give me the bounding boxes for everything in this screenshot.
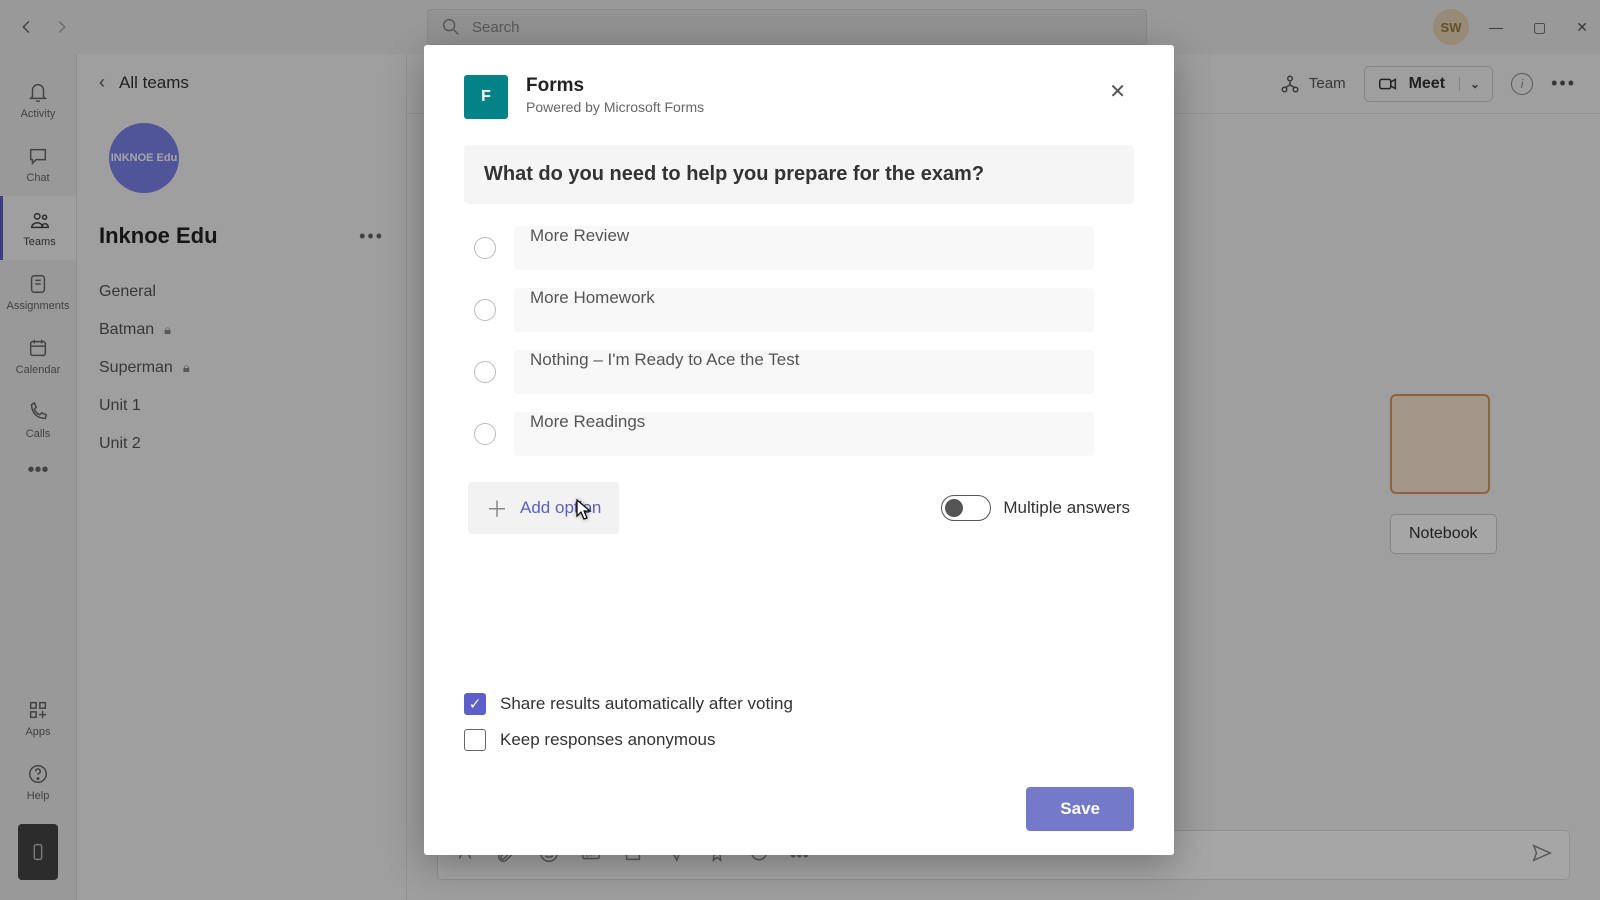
radio-icon [474, 361, 496, 383]
plus-icon: ＋ [486, 492, 508, 524]
radio-icon [474, 237, 496, 259]
option-input-2[interactable]: More Homework [514, 288, 1094, 332]
modal-close-button[interactable]: ✕ [1101, 75, 1134, 108]
question-input[interactable]: What do you need to help you prepare for… [464, 145, 1134, 204]
modal-subtitle: Powered by Microsoft Forms [526, 99, 1101, 115]
share-results-checkbox[interactable]: ✓ [464, 693, 486, 715]
multiple-answers-label: Multiple answers [1003, 498, 1130, 518]
radio-icon [474, 423, 496, 445]
option-row: Nothing – I'm Ready to Ace the Test [464, 350, 1134, 394]
option-row: More Homework [464, 288, 1134, 332]
option-input-3[interactable]: Nothing – I'm Ready to Ace the Test [514, 350, 1094, 394]
anonymous-label: Keep responses anonymous [500, 730, 715, 750]
multiple-answers-toggle[interactable] [941, 495, 991, 521]
anonymous-checkbox[interactable] [464, 729, 486, 751]
forms-modal: F Forms Powered by Microsoft Forms ✕ Wha… [424, 45, 1174, 855]
option-row: More Readings [464, 412, 1134, 456]
forms-logo-icon: F [464, 75, 508, 119]
option-input-1[interactable]: More Review [514, 226, 1094, 270]
option-input-4[interactable]: More Readings [514, 412, 1094, 456]
app-shell: Search SW — ▢ ✕ Activity Chat T [0, 0, 1600, 900]
toggle-knob [945, 499, 963, 517]
modal-title: Forms [526, 75, 1101, 97]
share-results-label: Share results automatically after voting [500, 694, 793, 714]
save-button[interactable]: Save [1026, 787, 1134, 831]
option-row: More Review [464, 226, 1134, 270]
add-option-button[interactable]: ＋ Add option [468, 482, 619, 534]
radio-icon [474, 299, 496, 321]
